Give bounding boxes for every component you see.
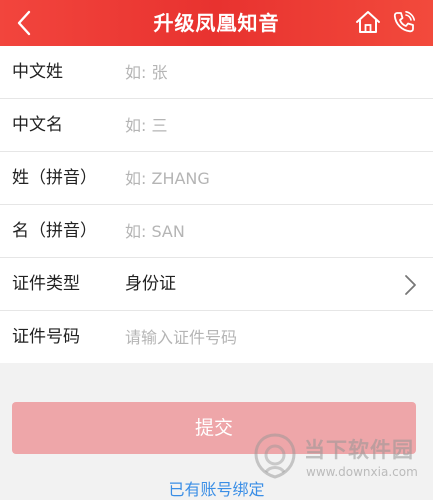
- given-name-row: 中文名: [0, 99, 433, 152]
- home-button[interactable]: [352, 6, 384, 38]
- given-name-pinyin-row: 名（拼音）: [0, 205, 433, 258]
- surname-label: 中文姓: [12, 62, 63, 82]
- phone-button[interactable]: [388, 6, 420, 38]
- bind-existing-account-link[interactable]: 已有账号绑定: [0, 476, 433, 500]
- id-number-input[interactable]: [125, 321, 415, 354]
- back-button[interactable]: [6, 4, 42, 42]
- phone-icon: [393, 11, 415, 33]
- upgrade-page: 升级凤凰知音 中文姓 中文名 姓（拼音）: [0, 0, 433, 500]
- given-name-input[interactable]: [125, 109, 415, 142]
- chevron-right-icon: [405, 275, 416, 295]
- surname-pinyin-label: 姓（拼音）: [12, 168, 97, 188]
- id-type-label: 证件类型: [12, 274, 80, 294]
- surname-row: 中文姓: [0, 46, 433, 99]
- chevron-left-icon: [17, 10, 31, 36]
- surname-pinyin-row: 姓（拼音）: [0, 152, 433, 205]
- given-name-pinyin-label: 名（拼音）: [12, 221, 97, 241]
- home-icon: [356, 11, 380, 33]
- given-name-label: 中文名: [12, 115, 63, 135]
- id-type-value: 身份证: [125, 274, 176, 294]
- id-number-row: 证件号码: [0, 311, 433, 363]
- navbar: 升级凤凰知音: [0, 0, 433, 46]
- registration-form: 中文姓 中文名 姓（拼音） 名（拼音） 证件类型 身份证 证件号码: [0, 46, 433, 363]
- surname-input[interactable]: [125, 56, 415, 89]
- surname-pinyin-input[interactable]: [125, 162, 415, 195]
- id-type-row[interactable]: 证件类型 身份证: [0, 258, 433, 311]
- given-name-pinyin-input[interactable]: [125, 215, 415, 248]
- submit-button[interactable]: 提交: [12, 402, 416, 454]
- id-number-label: 证件号码: [12, 327, 80, 347]
